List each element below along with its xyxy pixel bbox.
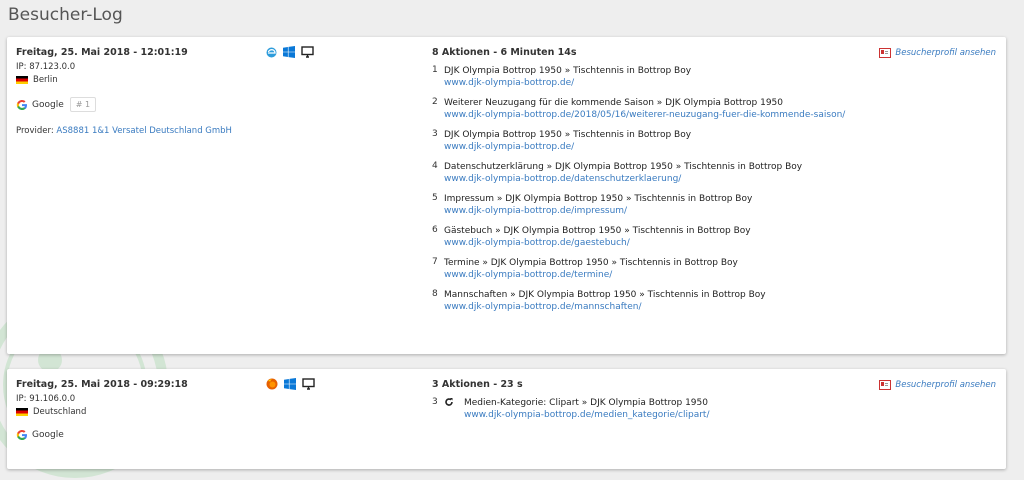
action-number: 6: [432, 225, 438, 235]
action-number: 7: [432, 257, 438, 267]
provider-label: Provider:: [16, 126, 57, 136]
referrer-count-badge: # 1: [69, 97, 97, 112]
action-url-link[interactable]: www.djk-olympia-bottrop.de/: [444, 141, 892, 153]
action-title: DJK Olympia Bottrop 1950 » Tischtennis i…: [444, 66, 692, 76]
action-item: 2 Weiterer Neuzugang für die kommende Sa…: [432, 97, 892, 121]
action-title: Medien-Kategorie: Clipart » DJK Olympia …: [464, 398, 708, 408]
action-title: Impressum » DJK Olympia Bottrop 1950 » T…: [444, 194, 753, 204]
profile-link-label[interactable]: Besucherprofil ansehen: [895, 380, 996, 390]
action-title: Weiterer Neuzugang für die kommende Sais…: [444, 98, 784, 108]
visit-summary: 8 Aktionen - 6 Minuten 14s: [432, 47, 577, 58]
action-title: DJK Olympia Bottrop 1950 » Tischtennis i…: [444, 130, 692, 140]
action-number: 5: [432, 193, 438, 203]
action-title: Datenschutzerklärung » DJK Olympia Bottr…: [444, 162, 803, 172]
action-number: 1: [432, 65, 438, 75]
referrer-label: Google: [32, 99, 64, 110]
action-url-link[interactable]: www.djk-olympia-bottrop.de/medien_katego…: [464, 409, 892, 421]
action-item: 7 Termine » DJK Olympia Bottrop 1950 » T…: [432, 257, 892, 281]
action-item: 8 Mannschaften » DJK Olympia Bottrop 195…: [432, 289, 892, 313]
visitor-location: Berlin: [16, 75, 256, 85]
profile-link-label[interactable]: Besucherprofil ansehen: [895, 48, 996, 58]
visitor-profile-link[interactable]: Besucherprofil ansehen: [879, 48, 996, 58]
location-label: Deutschland: [33, 407, 87, 417]
profile-card-icon: [879, 380, 892, 390]
page-title: Besucher-Log: [8, 5, 123, 25]
action-item: 1 DJK Olympia Bottrop 1950 » Tischtennis…: [432, 65, 892, 89]
device-icons: [266, 46, 314, 58]
visitor-info: Freitag, 25. Mai 2018 - 09:29:18 IP: 91.…: [16, 379, 256, 441]
action-item: 5 Impressum » DJK Olympia Bottrop 1950 »…: [432, 193, 892, 217]
profile-card-icon: [879, 48, 892, 58]
actions-column: 3 Aktionen - 23 s 3 Medien-Kategorie: Cl…: [432, 379, 892, 429]
google-icon: [16, 430, 27, 440]
referrer: Google # 1: [16, 97, 256, 112]
visit-summary: 3 Aktionen - 23 s: [432, 379, 523, 390]
action-title: Termine » DJK Olympia Bottrop 1950 » Tis…: [444, 258, 738, 268]
visitor-info: Freitag, 25. Mai 2018 - 12:01:19 IP: 87.…: [16, 47, 256, 136]
visitor-ip: IP: 87.123.0.0: [16, 62, 76, 72]
edge-icon: [266, 47, 277, 57]
action-number: 4: [432, 161, 438, 171]
action-url-link[interactable]: www.djk-olympia-bottrop.de/2018/05/16/we…: [444, 109, 892, 121]
action-number: 2: [432, 97, 438, 107]
desktop-icon: [302, 378, 315, 390]
action-url-link[interactable]: www.djk-olympia-bottrop.de/mannschaften/: [444, 301, 892, 313]
action-item: 4 Datenschutzerklärung » DJK Olympia Bot…: [432, 161, 892, 185]
referrer: Google: [16, 429, 256, 441]
action-item: 3 DJK Olympia Bottrop 1950 » Tischtennis…: [432, 129, 892, 153]
actions-column: 8 Aktionen - 6 Minuten 14s 1 DJK Olympia…: [432, 47, 892, 321]
desktop-icon: [301, 46, 314, 58]
provider-row: Provider: AS8881 1&1 Versatel Deutschlan…: [16, 126, 256, 136]
referrer-label: Google: [32, 430, 64, 440]
action-url-link[interactable]: www.djk-olympia-bottrop.de/termine/: [444, 269, 892, 281]
action-number: 8: [432, 289, 438, 299]
device-icons: [266, 378, 315, 390]
visit-datetime: Freitag, 25. Mai 2018 - 12:01:19: [16, 47, 188, 58]
action-url-link[interactable]: www.djk-olympia-bottrop.de/gaestebuch/: [444, 237, 892, 249]
action-url-link[interactable]: www.djk-olympia-bottrop.de/: [444, 77, 892, 89]
action-item: 6 Gästebuch » DJK Olympia Bottrop 1950 »…: [432, 225, 892, 249]
germany-flag-icon: [16, 408, 28, 416]
action-url-link[interactable]: www.djk-olympia-bottrop.de/impressum/: [444, 205, 892, 217]
germany-flag-icon: [16, 76, 28, 84]
google-icon: [16, 99, 27, 110]
windows-icon: [283, 46, 295, 58]
action-title: Mannschaften » DJK Olympia Bottrop 1950 …: [444, 290, 766, 300]
reload-count-icon: [444, 397, 464, 421]
windows-icon: [284, 378, 296, 390]
action-item: 3 Medien-Kategorie: Clipart » DJK Olympi…: [432, 397, 892, 421]
visit-card: Freitag, 25. Mai 2018 - 12:01:19 IP: 87.…: [7, 37, 1006, 354]
action-title: Gästebuch » DJK Olympia Bottrop 1950 » T…: [444, 226, 751, 236]
location-label: Berlin: [33, 75, 58, 85]
visitor-profile-link[interactable]: Besucherprofil ansehen: [879, 380, 996, 390]
visit-card: Freitag, 25. Mai 2018 - 09:29:18 IP: 91.…: [7, 369, 1006, 469]
firefox-icon: [266, 378, 278, 390]
visitor-ip: IP: 91.106.0.0: [16, 394, 76, 404]
action-number: 3: [432, 129, 438, 139]
visitor-location: Deutschland: [16, 407, 256, 417]
visit-datetime: Freitag, 25. Mai 2018 - 09:29:18: [16, 379, 188, 390]
action-number: 3: [432, 397, 438, 407]
provider-link[interactable]: AS8881 1&1 Versatel Deutschland GmbH: [56, 126, 232, 136]
action-url-link[interactable]: www.djk-olympia-bottrop.de/datenschutzer…: [444, 173, 892, 185]
